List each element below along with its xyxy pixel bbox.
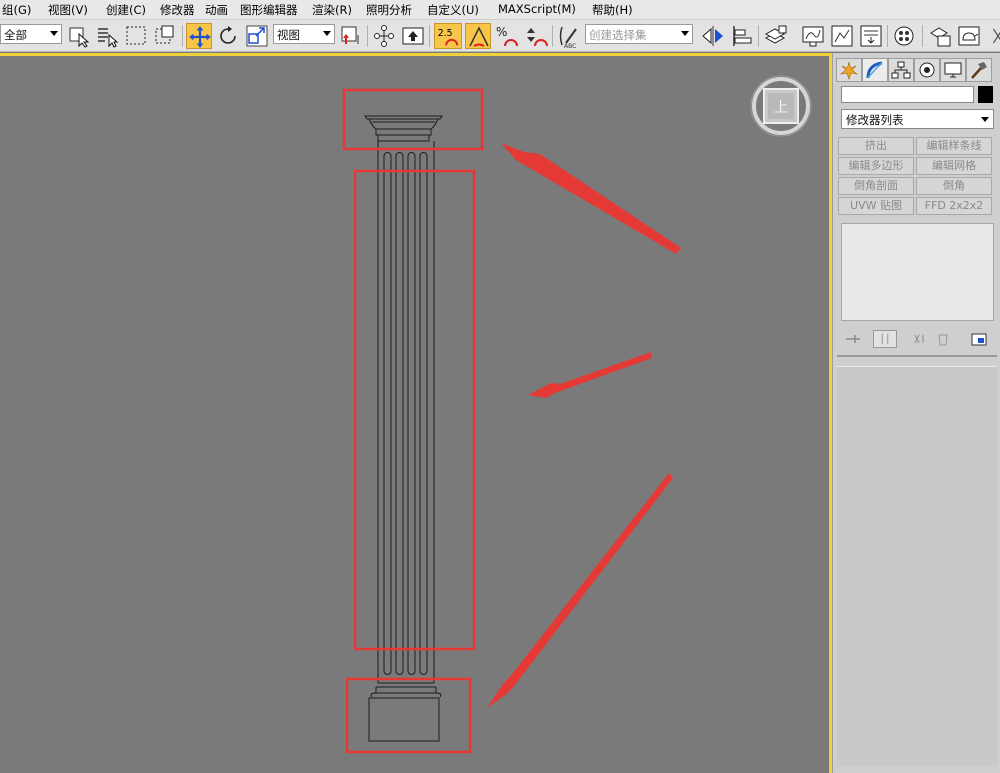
command-panel-tabs (836, 58, 992, 84)
menu-create[interactable]: 创建(C) (106, 2, 146, 18)
render-setup-icon[interactable] (891, 23, 917, 49)
extrude-button[interactable]: 挤出 (838, 137, 914, 155)
bevel-button[interactable]: 倒角 (916, 177, 992, 195)
edit-poly-button[interactable]: 编辑多边形 (838, 157, 914, 175)
select-object-icon[interactable] (66, 23, 92, 49)
scale-icon[interactable] (244, 23, 270, 49)
hierarchy-tab-icon[interactable] (888, 58, 914, 82)
app-window: 组(G) 视图(V) 创建(C) 修改器 动画 图形编辑器 渲染(R) 照明分析… (0, 0, 1000, 773)
svg-text:ABC: ABC (564, 43, 576, 49)
named-selection-value: 创建选择集 (589, 28, 647, 42)
align-icon[interactable] (729, 23, 755, 49)
menu-modifiers[interactable]: 修改器 (160, 2, 195, 18)
reference-coordinate-value: 视图 (277, 28, 300, 42)
viewcube-icon[interactable]: 上 (750, 75, 812, 137)
menu-customize[interactable]: 自定义(U) (427, 2, 479, 18)
modifier-parameters-rollout (837, 366, 997, 766)
edit-spline-button[interactable]: 编辑样条线 (916, 137, 992, 155)
ffd-2x2x2-button[interactable]: FFD 2x2x2 (916, 197, 992, 215)
menu-view[interactable]: 视图(V) (48, 2, 88, 18)
curve-editor-icon[interactable] (800, 23, 826, 49)
menu-graph-editors[interactable]: 图形编辑器 (240, 2, 298, 18)
snap-value-text: 2.5 (438, 28, 453, 39)
select-by-name-icon[interactable] (95, 23, 121, 49)
toolbar-separator (758, 25, 759, 47)
command-panel-divider (837, 355, 997, 357)
annotation-arrows (487, 143, 681, 708)
toolbar-separator (182, 25, 183, 47)
menu-lighting-analysis[interactable]: 照明分析 (366, 2, 412, 18)
menu-rendering[interactable]: 渲染(R) (312, 2, 352, 18)
selection-filter-dropdown[interactable]: 全部 (0, 24, 62, 44)
top-viewport[interactable]: 上 (0, 53, 832, 773)
make-unique-icon[interactable] (911, 330, 931, 348)
spinner-snap-icon[interactable] (523, 23, 549, 49)
viewcube-face-label: 上 (774, 100, 788, 116)
rect-selection-icon[interactable] (124, 23, 150, 49)
reference-coordinate-dropdown[interactable]: 视图 (273, 24, 335, 44)
angle-snap-icon[interactable] (465, 23, 491, 49)
menu-bar: 组(G) 视图(V) 创建(C) 修改器 动画 图形编辑器 渲染(R) 照明分析… (0, 0, 1000, 20)
toolbar-separator (922, 25, 923, 47)
arrow-to-base (487, 473, 673, 708)
create-tab-icon[interactable] (836, 58, 862, 82)
motion-tab-icon[interactable] (914, 58, 940, 82)
render-frame-icon[interactable] (927, 23, 953, 49)
modifier-stack-list[interactable] (841, 223, 994, 321)
material-editor-icon[interactable] (858, 23, 884, 49)
toolbar-overflow-icon[interactable] (985, 23, 1000, 49)
snap-2-5-icon[interactable]: 2.5 (434, 23, 462, 49)
menu-animation[interactable]: 动画 (205, 2, 228, 18)
menu-maxscript[interactable]: MAXScript(M) (498, 2, 576, 16)
show-end-result-icon[interactable] (873, 330, 897, 348)
svg-text:%: % (496, 25, 507, 39)
keyboard-shortcut-icon[interactable] (400, 23, 426, 49)
pivot-icon[interactable] (338, 23, 364, 49)
layer-manager-icon[interactable] (762, 23, 788, 49)
edit-mesh-button[interactable]: 编辑网格 (916, 157, 992, 175)
main-toolbar: 全部 视图 2.5 % ABC 创建选择集 (0, 20, 1000, 52)
link-icon[interactable] (371, 23, 397, 49)
pin-stack-icon[interactable] (843, 330, 863, 348)
window-crossing-icon[interactable] (153, 23, 179, 49)
named-selection-dropdown[interactable]: 创建选择集 (585, 24, 693, 44)
arrow-to-capital (501, 143, 681, 254)
mirror-icon[interactable] (700, 23, 726, 49)
menu-help[interactable]: 帮助(H) (592, 2, 633, 18)
highlight-annotations (342, 88, 484, 754)
column-model[interactable] (364, 115, 443, 742)
select-move-icon[interactable] (186, 23, 212, 49)
viewport-scene: 上 (342, 75, 812, 754)
configure-modifier-sets-icon[interactable] (969, 330, 989, 348)
render-teapot-icon[interactable] (956, 23, 982, 49)
toolbar-separator (429, 25, 430, 47)
arrow-to-shaft (528, 352, 652, 398)
modifier-list-label: 修改器列表 (846, 113, 904, 127)
object-name-input[interactable] (841, 86, 974, 103)
command-panel: 修改器列表 挤出 编辑样条线 编辑多边形 编辑网格 倒角剖面 倒角 UVW 贴图… (832, 53, 1000, 773)
modifier-stack-toolbar (841, 328, 994, 350)
percent-snap-icon[interactable]: % (494, 23, 520, 49)
modifier-list-dropdown[interactable]: 修改器列表 (841, 109, 994, 129)
remove-modifier-icon[interactable] (933, 330, 953, 348)
schematic-view-icon[interactable] (829, 23, 855, 49)
bevel-profile-button[interactable]: 倒角剖面 (838, 177, 914, 195)
rotate-icon[interactable] (215, 23, 241, 49)
toolbar-separator (552, 25, 553, 47)
object-color-swatch[interactable] (978, 86, 993, 103)
uvw-map-button[interactable]: UVW 贴图 (838, 197, 914, 215)
edit-named-selection-icon[interactable]: ABC (556, 23, 582, 50)
modify-tab-icon[interactable] (862, 58, 888, 82)
selection-filter-value: 全部 (4, 28, 27, 42)
toolbar-separator (367, 25, 368, 47)
utilities-tab-icon[interactable] (966, 58, 992, 82)
display-tab-icon[interactable] (940, 58, 966, 82)
menu-group[interactable]: 组(G) (2, 2, 31, 18)
toolbar-separator (887, 25, 888, 47)
